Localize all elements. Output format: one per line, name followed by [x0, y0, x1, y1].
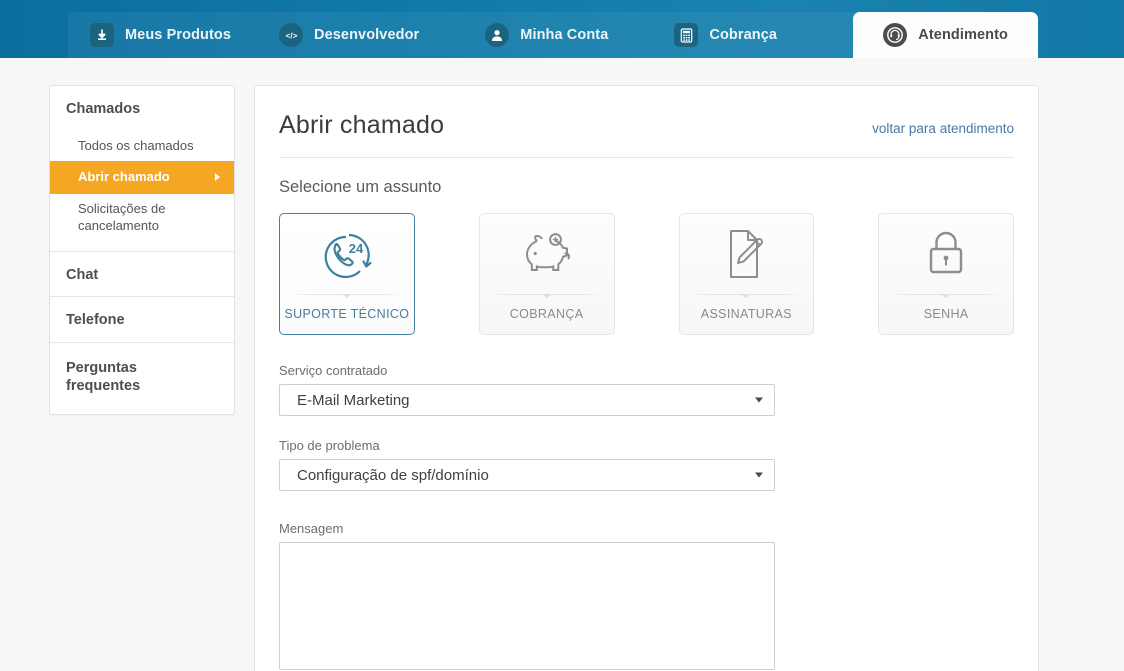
field-label: Mensagem — [279, 521, 344, 536]
nav-tab-cobranca[interactable]: Cobrança — [652, 12, 803, 58]
chevron-down-icon — [755, 472, 763, 478]
card-cobranca[interactable]: COBRANÇA — [478, 213, 615, 335]
field-label: Tipo de problema — [279, 438, 380, 453]
page-body: Chamados Todos os chamados Abrir chamado… — [0, 58, 1124, 671]
sidebar-group-perguntas-frequentes[interactable]: Perguntas frequentes — [50, 343, 234, 414]
subject-card-list: 24 SUPORTE TÉCNICO COBRANÇA ASSINATURAS … — [279, 213, 1014, 335]
nav-tab-minha-conta[interactable]: Minha Conta — [463, 12, 652, 58]
sidebar-group-chamados: Chamados Todos os chamados Abrir chamado… — [50, 86, 234, 252]
message-textarea[interactable] — [279, 542, 775, 670]
nav-tab-label: Atendimento — [918, 27, 1008, 43]
service-select[interactable]: E-Mail Marketing — [279, 384, 775, 416]
sidebar-item-perguntas-frequentes: Perguntas frequentes — [66, 359, 141, 395]
padlock-icon — [879, 214, 1013, 294]
card-label: SENHA — [923, 307, 969, 321]
sidebar: Chamados Todos os chamados Abrir chamado… — [49, 85, 235, 415]
sidebar-item-abrir-chamado[interactable]: Abrir chamado — [50, 161, 234, 194]
nav-tab-label: Cobrança — [709, 27, 778, 43]
service-select-value: E-Mail Marketing — [297, 391, 410, 409]
main-content-panel: Abrir chamado voltar para atendimento Se… — [254, 85, 1039, 671]
chevron-right-icon — [215, 173, 220, 182]
section-label-select-subject: Selecione um assunto — [279, 178, 442, 196]
sidebar-sublist: Todos os chamados Abrir chamado Solicita… — [50, 131, 234, 251]
sidebar-item-telefone: Telefone — [66, 312, 125, 329]
nav-tab-label: Meus Produtos — [125, 27, 232, 43]
sidebar-item-label: Solicitações de cancelamento — [78, 200, 166, 234]
sidebar-item-label: Todos os chamados — [78, 137, 194, 153]
ticket-form: Serviço contratado E-Mail Marketing Tipo… — [279, 335, 1014, 670]
nav-tab-meus-produtos[interactable]: Meus Produtos — [68, 12, 257, 58]
user-icon — [485, 23, 510, 47]
document-pencil-icon — [680, 214, 814, 294]
download-icon — [90, 23, 114, 47]
nav-tab-atendimento[interactable]: Atendimento — [853, 12, 1038, 58]
problem-type-select-value: Configuração de spf/domínio — [297, 466, 489, 484]
problem-type-select[interactable]: Configuração de spf/domínio — [279, 459, 775, 491]
page-title: Abrir chamado — [279, 111, 445, 139]
card-label: SUPORTE TÉCNICO — [284, 307, 410, 321]
nav-tab-desenvolvedor[interactable]: </> Desenvolvedor — [257, 12, 463, 58]
sidebar-item-todos-os-chamados[interactable]: Todos os chamados — [50, 131, 234, 162]
field-mensagem: Mensagem — [279, 521, 1014, 670]
card-label: COBRANÇA — [509, 307, 584, 321]
phone-24h-icon: 24 — [280, 214, 414, 294]
nav-tab-label: Desenvolvedor — [314, 27, 420, 43]
card-senha[interactable]: SENHA — [878, 213, 1014, 335]
svg-text:24: 24 — [349, 241, 364, 256]
field-label: Serviço contratado — [279, 363, 388, 378]
sidebar-item-chat: Chat — [66, 266, 99, 283]
field-tipo-de-problema: Tipo de problema Configuração de spf/dom… — [279, 438, 1014, 491]
piggy-bank-icon — [480, 214, 614, 294]
nav-tab-label: Minha Conta — [520, 27, 609, 43]
panel-header: Abrir chamado voltar para atendimento — [279, 111, 1014, 158]
chevron-down-icon — [755, 397, 763, 403]
headset-icon — [883, 23, 908, 47]
back-to-support-link[interactable]: voltar para atendimento — [872, 121, 1014, 136]
sidebar-group-chat[interactable]: Chat — [50, 252, 234, 298]
card-assinaturas[interactable]: ASSINATURAS — [678, 213, 815, 335]
calculator-icon — [674, 23, 699, 47]
card-label: ASSINATURAS — [700, 307, 792, 321]
sidebar-item-label: Abrir chamado — [78, 169, 170, 185]
main-navigation: Meus Produtos </> Desenvolvedor Minha Co… — [68, 12, 1038, 58]
sidebar-item-solicitacoes-de-cancelamento[interactable]: Solicitações de cancelamento — [50, 194, 234, 242]
field-servico-contratado: Serviço contratado E-Mail Marketing — [279, 363, 1014, 416]
top-header-bar: Meus Produtos </> Desenvolvedor Minha Co… — [0, 0, 1124, 58]
sidebar-group-title: Chamados — [66, 101, 141, 117]
card-suporte-tecnico[interactable]: 24 SUPORTE TÉCNICO — [279, 213, 415, 335]
code-icon: </> — [279, 23, 304, 47]
sidebar-group-telefone[interactable]: Telefone — [50, 297, 234, 343]
svg-text:</>: </> — [285, 31, 297, 40]
